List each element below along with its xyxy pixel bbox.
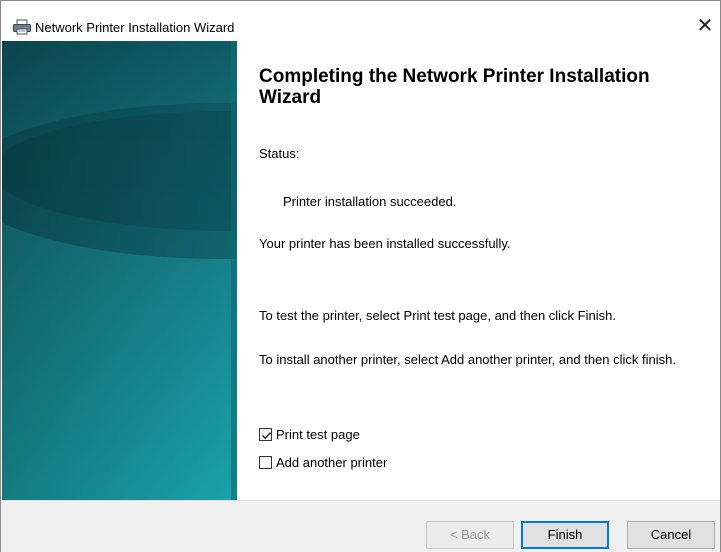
- status-value: Printer installation succeeded.: [283, 194, 457, 209]
- close-icon: ✕: [696, 15, 714, 37]
- button-bar: < Back Finish Cancel: [1, 500, 720, 552]
- print-test-page-label[interactable]: Print test page: [276, 427, 360, 442]
- add-another-printer-label[interactable]: Add another printer: [276, 455, 387, 470]
- status-label: Status:: [259, 146, 300, 161]
- finish-button[interactable]: Finish: [521, 521, 609, 549]
- test-instruction: To test the printer, select Print test p…: [259, 308, 616, 323]
- wizard-side-banner: [2, 41, 237, 500]
- window-title: Network Printer Installation Wizard: [35, 20, 235, 35]
- page-title: Completing the Network Printer Installat…: [259, 66, 650, 108]
- cancel-button[interactable]: Cancel: [627, 521, 715, 549]
- success-message: Your printer has been installed successf…: [259, 236, 511, 251]
- back-button[interactable]: < Back: [426, 521, 514, 549]
- wizard-window: Network Printer Installation Wizard ✕ Co…: [0, 0, 721, 552]
- print-test-page-checkbox-row[interactable]: Print test page: [259, 427, 360, 442]
- add-another-printer-checkbox-row[interactable]: Add another printer: [259, 455, 387, 470]
- close-button[interactable]: ✕: [690, 11, 720, 41]
- add-another-printer-checkbox[interactable]: [259, 456, 272, 469]
- title-bar: Network Printer Installation Wizard ✕: [1, 1, 720, 41]
- printer-icon: [12, 19, 32, 35]
- another-printer-instruction: To install another printer, select Add a…: [259, 352, 676, 367]
- print-test-page-checkbox[interactable]: [259, 428, 272, 441]
- checkmark-icon: [262, 432, 272, 440]
